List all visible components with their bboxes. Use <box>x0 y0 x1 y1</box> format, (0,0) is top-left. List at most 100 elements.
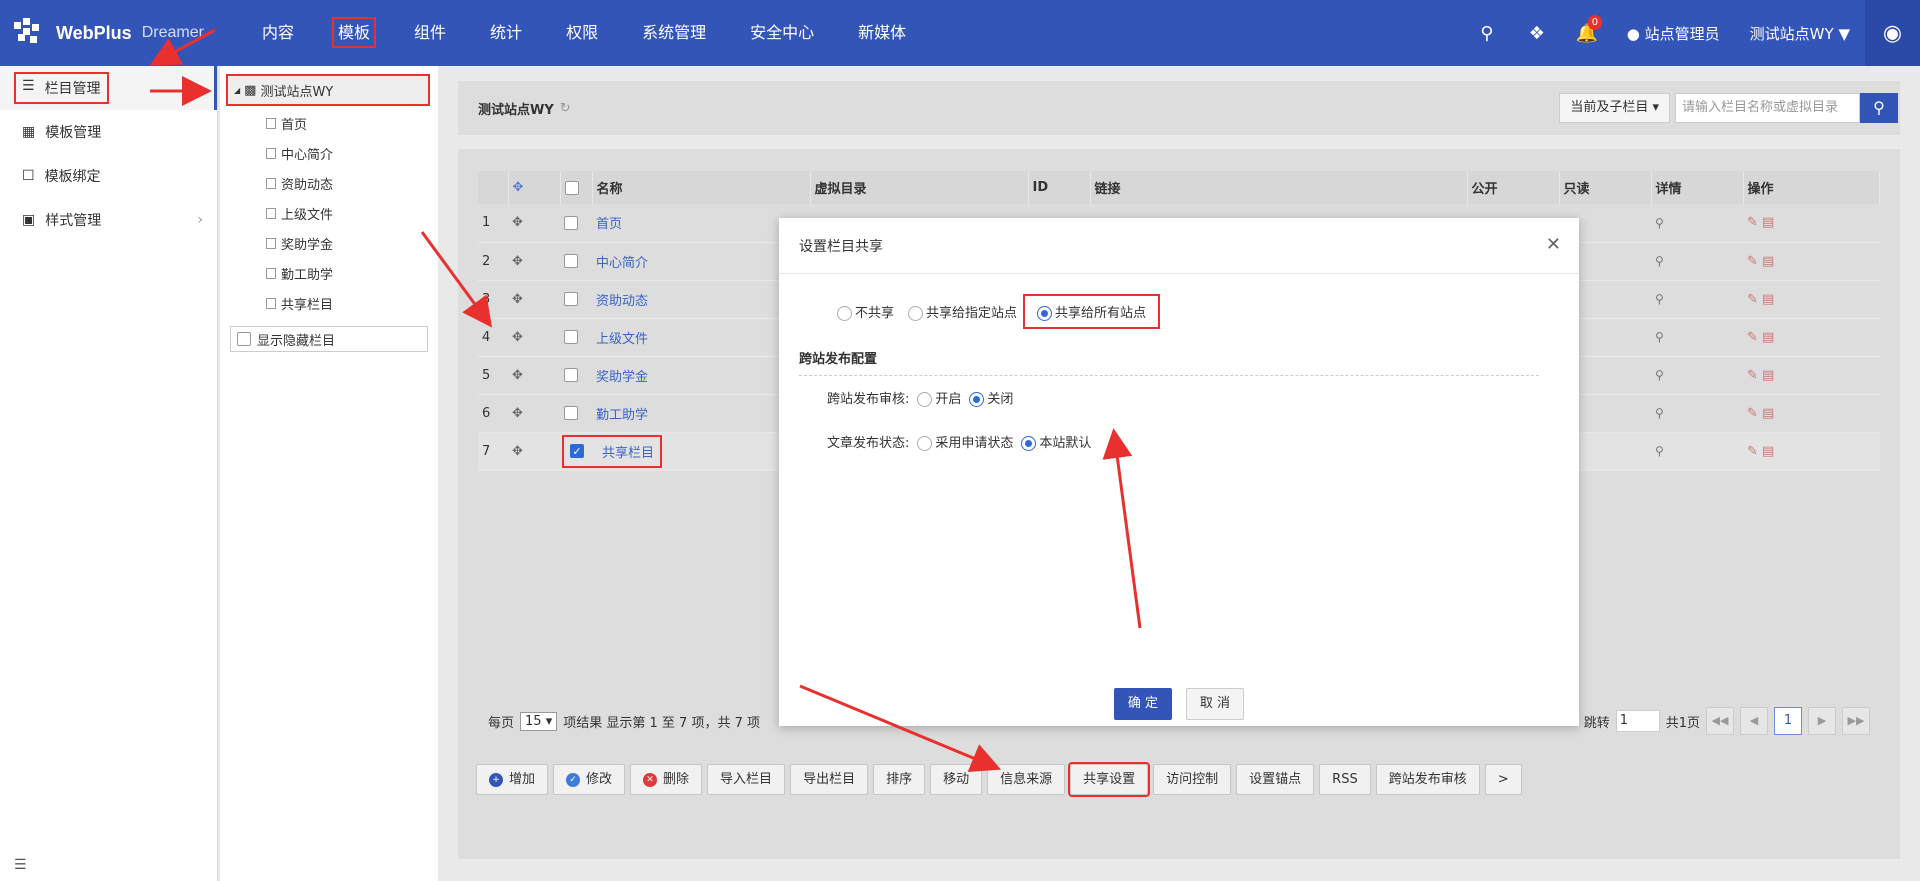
row-name-link[interactable]: 勤工助学 <box>592 394 810 433</box>
first-page-button[interactable]: ◀◀ <box>1706 707 1734 735</box>
refresh-icon[interactable]: ↻ <box>560 101 571 116</box>
detail-icon[interactable]: ⚲ <box>1651 356 1743 395</box>
search-icon[interactable]: ⚲ <box>1462 23 1512 44</box>
bell-icon[interactable]: 🔔 0 <box>1562 14 1612 44</box>
tree-root[interactable]: ◢ ▩ 测试站点WY <box>226 74 430 106</box>
nav-content[interactable]: 内容 <box>240 0 316 66</box>
detail-icon[interactable]: ⚲ <box>1651 242 1743 281</box>
detail-icon[interactable]: ⚲ <box>1651 318 1743 357</box>
share-none-option[interactable]: 不共享 <box>837 302 894 321</box>
expand-icon[interactable]: ◢ <box>234 86 240 95</box>
shirt-icon[interactable]: ❖ <box>1512 23 1562 44</box>
status-apply-option[interactable]: 采用申请状态 <box>917 432 1013 451</box>
drag-handle-icon[interactable]: ✥ <box>508 356 560 395</box>
row-checkbox[interactable] <box>564 215 578 230</box>
rss-button[interactable]: RSS <box>1319 764 1371 795</box>
detail-icon[interactable]: ⚲ <box>1651 394 1743 433</box>
edit-icon[interactable]: ✎ ▤ <box>1743 280 1880 319</box>
radio-selected[interactable] <box>1021 436 1037 451</box>
share-all-option[interactable]: 共享给所有站点 <box>1023 294 1161 329</box>
scope-select[interactable]: 当前及子栏目 ▾ <box>1559 93 1670 123</box>
move-button[interactable]: 移动 <box>930 764 983 795</box>
drag-handle-icon[interactable]: ✥ <box>508 432 560 471</box>
move-all-icon[interactable]: ✥ <box>508 171 561 204</box>
delete-button[interactable]: ✕ 删除 <box>630 764 703 795</box>
radio[interactable] <box>837 306 852 321</box>
source-button[interactable]: 信息来源 <box>987 764 1066 795</box>
nav-media[interactable]: 新媒体 <box>836 0 928 66</box>
sort-button[interactable]: 排序 <box>873 764 926 795</box>
radio[interactable] <box>917 436 933 451</box>
row-name-link[interactable]: 奖助学金 <box>592 356 810 395</box>
sidebar-item-column[interactable]: ☰ 栏目管理 <box>0 66 217 110</box>
collapse-menu-icon[interactable]: ☰ <box>14 857 27 873</box>
detail-icon[interactable]: ⚲ <box>1651 204 1743 243</box>
row-checkbox[interactable] <box>564 406 578 420</box>
row-checkbox[interactable] <box>564 292 578 306</box>
drag-handle-icon[interactable]: ✥ <box>508 204 560 243</box>
drag-handle-icon[interactable]: ✥ <box>508 394 560 433</box>
eye-icon[interactable]: ◉ <box>1865 0 1920 66</box>
detail-icon[interactable]: ⚲ <box>1651 280 1743 319</box>
row-checkbox[interactable] <box>564 330 578 344</box>
export-button[interactable]: 导出栏目 <box>790 764 869 795</box>
last-page-button[interactable]: ▶▶ <box>1842 707 1870 735</box>
audit-on-option[interactable]: 开启 <box>917 388 961 407</box>
row-name-link[interactable]: 资助动态 <box>592 280 810 319</box>
next-page-button[interactable]: ▶ <box>1808 707 1836 735</box>
drag-handle-icon[interactable]: ✥ <box>508 280 560 319</box>
prev-page-button[interactable]: ◀ <box>1740 707 1768 735</box>
access-control-button[interactable]: 访问控制 <box>1153 764 1232 795</box>
more-button[interactable]: > <box>1484 764 1522 795</box>
tree-node[interactable]: 首页 <box>220 108 438 138</box>
row-name-link[interactable]: 上级文件 <box>592 318 810 357</box>
close-icon[interactable]: ✕ <box>1546 234 1561 255</box>
radio-selected[interactable] <box>969 392 985 407</box>
tree-node[interactable]: 共享栏目 <box>220 288 438 318</box>
page-1-button[interactable]: 1 <box>1774 707 1802 735</box>
sidebar-item-bind[interactable]: ☐ 模板绑定 <box>0 154 217 198</box>
tree-node[interactable]: 资助动态 <box>220 168 438 198</box>
radio[interactable] <box>908 306 924 321</box>
edit-icon[interactable]: ✎ ▤ <box>1743 432 1880 471</box>
drag-handle-icon[interactable]: ✥ <box>508 242 560 281</box>
tree-node[interactable]: 上级文件 <box>220 198 438 228</box>
nav-permission[interactable]: 权限 <box>544 0 620 66</box>
status-default-option[interactable]: 本站默认 <box>1021 432 1091 451</box>
logo[interactable]: WebPlus Dreamer <box>0 0 215 66</box>
share-settings-button[interactable]: 共享设置 <box>1068 762 1151 797</box>
radio-selected[interactable] <box>1037 306 1053 321</box>
row-checkbox[interactable] <box>564 368 578 382</box>
user-menu[interactable]: ● 站点管理员 <box>1612 23 1735 44</box>
row-name-link[interactable]: 共享栏目 <box>602 442 654 461</box>
row-name-link[interactable]: 首页 <box>592 204 810 243</box>
drag-handle-icon[interactable]: ✥ <box>508 318 560 357</box>
nav-template[interactable]: 模板 <box>316 0 392 66</box>
sidebar-item-template[interactable]: ▦ 模板管理 <box>0 110 217 154</box>
show-hidden-checkbox[interactable] <box>237 332 251 346</box>
cross-site-audit-button[interactable]: 跨站发布审核 <box>1375 764 1480 795</box>
edit-icon[interactable]: ✎ ▤ <box>1743 204 1880 243</box>
site-selector[interactable]: 测试站点WY ▼ <box>1735 23 1865 44</box>
radio[interactable] <box>917 392 933 407</box>
row-name-link[interactable]: 中心简介 <box>592 242 810 281</box>
add-button[interactable]: + 增加 <box>476 764 549 795</box>
audit-off-option[interactable]: 关闭 <box>969 388 1013 407</box>
nav-security[interactable]: 安全中心 <box>728 0 836 66</box>
nav-stats[interactable]: 统计 <box>468 0 544 66</box>
edit-icon[interactable]: ✎ ▤ <box>1743 394 1880 433</box>
show-hidden-toggle[interactable]: 显示隐藏栏目 <box>230 326 428 352</box>
cancel-button[interactable]: 取 消 <box>1186 688 1244 720</box>
nav-system[interactable]: 系统管理 <box>620 0 728 66</box>
ok-button[interactable]: 确 定 <box>1114 688 1172 720</box>
edit-icon[interactable]: ✎ ▤ <box>1743 318 1880 357</box>
anchor-button[interactable]: 设置锚点 <box>1236 764 1315 795</box>
select-all-checkbox[interactable] <box>564 180 579 195</box>
jump-input[interactable]: 1 <box>1615 710 1660 732</box>
edit-icon[interactable]: ✎ ▤ <box>1743 356 1880 395</box>
row-checkbox-checked[interactable]: ✓ <box>570 444 584 458</box>
search-input[interactable]: 请输入栏目名称或虚拟目录 <box>1675 93 1860 123</box>
tree-node[interactable]: 中心简介 <box>220 138 438 168</box>
nav-component[interactable]: 组件 <box>392 0 468 66</box>
tree-node[interactable]: 奖助学金 <box>220 228 438 258</box>
